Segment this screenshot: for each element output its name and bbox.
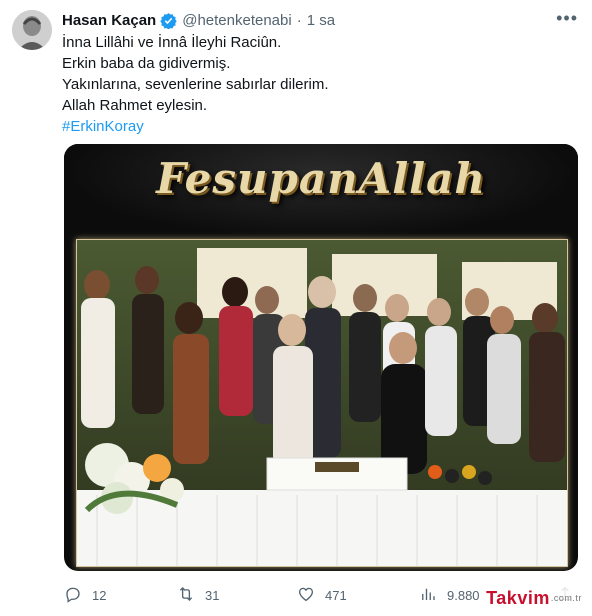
like-icon [297,585,315,606]
tweet-line: Erkin baba da gidivermiş. [62,55,231,72]
watermark-brand: Takvim [486,587,550,608]
reply-count: 12 [92,587,107,603]
tweet[interactable]: Hasan Kaçan @hetenketenabi · 1 sa ••• İn… [0,0,592,616]
more-options-icon[interactable]: ••• [556,8,578,29]
reply-icon [64,585,82,606]
verified-badge-icon [160,12,177,29]
retweet-button[interactable]: 31 [177,584,219,606]
tweet-text: İnna Lillâhi ve İnnâ İleyhi Raciûn. Erki… [62,32,562,137]
retweet-count: 31 [205,587,220,603]
separator-dot: · [296,11,302,29]
banner-logo-title: FesupanAllah [156,154,486,203]
like-count: 471 [325,587,347,603]
reply-button[interactable]: 12 [64,584,106,606]
tweet-line: İnna Lillâhi ve İnnâ İleyhi Raciûn. [62,34,282,51]
avatar[interactable] [12,10,52,50]
media-banner: FesupanAllah [64,144,578,240]
watermark-suffix: .com.tr [550,593,582,603]
group-photo [76,239,568,567]
views-count: 9.880 [447,587,480,603]
tweet-header: Hasan Kaçan @hetenketenabi · 1 sa ••• [62,8,578,30]
retweet-icon [177,585,195,606]
author-handle[interactable]: @hetenketenabi [182,12,291,29]
tweet-line: Allah Rahmet eylesin. [62,97,208,114]
author-name[interactable]: Hasan Kaçan [62,12,156,29]
tweet-time[interactable]: 1 sa [307,12,335,29]
hashtag-link[interactable]: #ErkinKoray [62,116,562,137]
like-button[interactable]: 471 [297,584,347,606]
site-watermark: Takvim .com.tr [484,586,584,610]
tweet-line: Yakınlarına, sevenlerine sabırlar dileri… [62,76,329,93]
views-button[interactable]: 9.880 [419,584,480,606]
views-icon [419,585,437,606]
tweet-media[interactable]: FesupanAllah [64,144,578,571]
